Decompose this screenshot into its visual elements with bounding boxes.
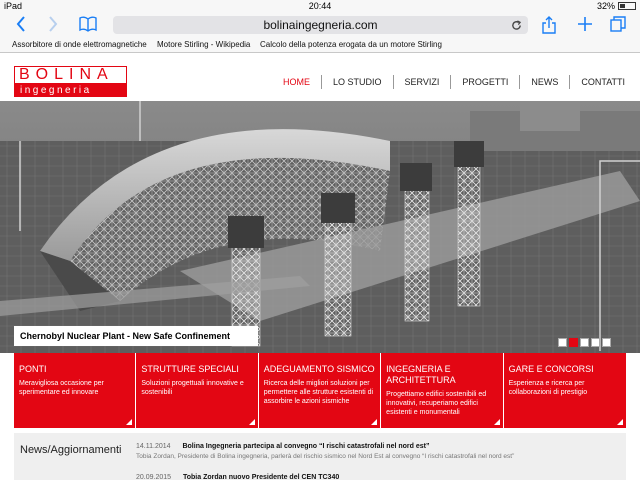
- nav-lo-studio[interactable]: LO STUDIO: [321, 75, 393, 89]
- bookmarks-bar: Assorbitore di onde elettromagnetiche Mo…: [0, 37, 640, 53]
- nav-servizi[interactable]: SERVIZI: [392, 75, 451, 89]
- clock: 20:44: [308, 1, 332, 11]
- add-icon[interactable]: [577, 16, 593, 37]
- services-strip: PONTI Meravigliosa occasione per sperime…: [14, 353, 626, 428]
- logo-subtitle: ingegneria: [14, 84, 127, 97]
- feature-gare-concorsi[interactable]: GARE E CONCORSI Esperienza e ricerca per…: [503, 353, 626, 428]
- feature-title: INGEGNERIA E ARCHITETTURA: [386, 364, 456, 385]
- feature-title: ADEGUAMENTO SISMICO: [263, 364, 375, 374]
- slider-dot[interactable]: [580, 338, 589, 347]
- feature-title: GARE E CONCORSI: [508, 364, 594, 374]
- feature-desc: Esperienza e ricerca per collaborazioni …: [508, 380, 588, 396]
- slider-dots: [558, 338, 611, 347]
- feature-ingegneria-architettura[interactable]: INGEGNERIA E ARCHITETTURA Progettiamo ed…: [381, 353, 504, 428]
- back-icon[interactable]: [16, 16, 26, 37]
- feature-desc: Soluzioni progettuali innovative e soste…: [141, 380, 244, 396]
- feature-desc: Ricerca delle migliori soluzioni per per…: [263, 380, 374, 405]
- url-text: bolinaingegneria.com: [263, 18, 378, 32]
- news-section: News/Aggiornamenti 14.11.2014 Bolina Ing…: [14, 433, 626, 481]
- feature-strutture-speciali[interactable]: STRUTTURE SPECIALI Soluzioni progettuali…: [136, 353, 259, 428]
- corner-arrow-icon: [616, 419, 623, 425]
- news-summary: Tobia Zordan, Presidente di Bolina ingeg…: [136, 453, 515, 460]
- hero-photo: [0, 101, 640, 353]
- site-logo[interactable]: BOLINA ingegneria: [14, 66, 127, 98]
- bookmark-item[interactable]: Motore Stirling - Wikipedia: [157, 40, 250, 49]
- site-header: BOLINA ingegneria HOME LO STUDIO SERVIZI…: [0, 54, 640, 101]
- battery-percent: 32%: [596, 1, 615, 11]
- forward-icon[interactable]: [48, 16, 58, 37]
- corner-arrow-icon: [126, 419, 133, 425]
- bookmark-item[interactable]: Calcolo della potenza erogata da un moto…: [260, 40, 442, 49]
- feature-title: PONTI: [19, 364, 47, 374]
- nav-news[interactable]: NEWS: [519, 75, 569, 89]
- nav-progetti[interactable]: PROGETTI: [450, 75, 519, 89]
- feature-desc: Meravigliosa occasione per sperimentare …: [19, 380, 104, 396]
- corner-arrow-icon: [371, 419, 378, 425]
- feature-title: STRUTTURE SPECIALI: [141, 364, 239, 374]
- nav-home[interactable]: HOME: [272, 75, 321, 89]
- bookmark-item[interactable]: Assorbitore di onde elettromagnetiche: [12, 40, 147, 49]
- logo-wordmark: BOLINA: [14, 66, 127, 84]
- slider-dot-active[interactable]: [569, 338, 578, 347]
- news-heading: News/Aggiornamenti: [20, 444, 122, 456]
- corner-arrow-icon: [248, 419, 255, 425]
- share-icon[interactable]: [542, 16, 556, 39]
- hero-slider[interactable]: [0, 101, 640, 353]
- slider-dot[interactable]: [591, 338, 600, 347]
- status-bar: iPad 20:44 32%: [0, 0, 640, 13]
- tabs-icon[interactable]: [610, 16, 626, 37]
- battery-icon: [618, 2, 636, 10]
- slider-dot[interactable]: [602, 338, 611, 347]
- news-item[interactable]: 14.11.2014 Bolina Ingegneria partecipa a…: [136, 443, 514, 460]
- slider-dot[interactable]: [558, 338, 567, 347]
- corner-arrow-icon: [493, 419, 500, 425]
- feature-adeguamento-sismico[interactable]: ADEGUAMENTO SISMICO Ricerca delle miglio…: [258, 353, 382, 428]
- feature-ponti[interactable]: PONTI Meravigliosa occasione per sperime…: [14, 353, 137, 428]
- reload-icon[interactable]: [511, 16, 522, 36]
- bookmarks-icon[interactable]: [79, 16, 97, 37]
- main-nav: HOME LO STUDIO SERVIZI PROGETTI NEWS CON…: [272, 75, 636, 89]
- feature-desc: Progettiamo edifici sostenibili ed innov…: [386, 391, 487, 416]
- nav-contatti[interactable]: CONTATTI: [569, 75, 636, 89]
- hero-caption: Chernobyl Nuclear Plant - New Safe Confi…: [14, 326, 258, 346]
- url-bar[interactable]: bolinaingegneria.com: [113, 16, 528, 34]
- news-headline[interactable]: Bolina Ingegneria partecipa al convegno …: [182, 443, 429, 450]
- news-date: 14.11.2014: [136, 443, 171, 450]
- battery-status: 32%: [597, 1, 636, 11]
- browser-toolbar: bolinaingegneria.com: [0, 13, 640, 37]
